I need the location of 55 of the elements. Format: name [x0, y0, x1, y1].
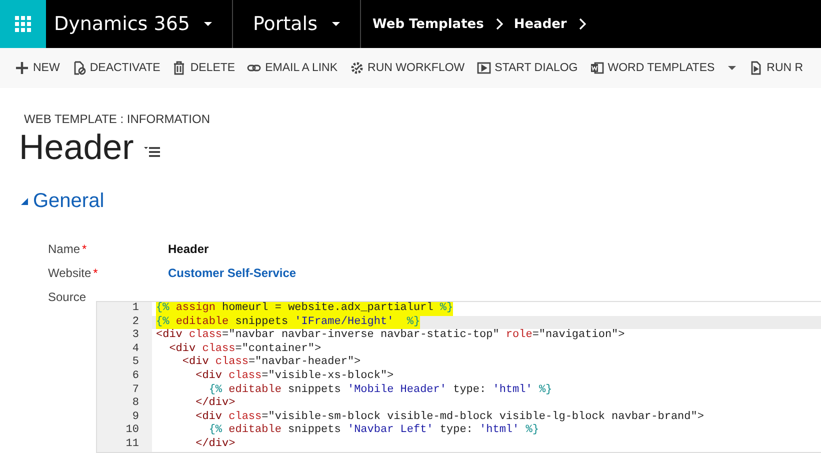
line-number: 6	[97, 370, 152, 384]
play-box-icon	[476, 61, 491, 75]
code-line: <div class="navbar-header">	[181, 356, 361, 370]
required-asterisk: *	[82, 242, 87, 256]
line-number: 1	[97, 302, 152, 316]
word-document-icon	[590, 61, 604, 75]
line-number: 4	[97, 342, 152, 356]
toolbar-command[interactable]: WORD TEMPLATES	[590, 61, 737, 75]
line-number: 10	[97, 424, 152, 438]
record-title: Header	[19, 128, 134, 168]
expand-triangle-icon[interactable]	[20, 197, 29, 206]
menu-icon[interactable]	[144, 146, 160, 158]
toolbar-command[interactable]: DELETE	[172, 61, 236, 75]
line-number: 2	[97, 316, 152, 330]
entity-label: WEB TEMPLATE : INFORMATION	[23, 112, 212, 126]
chevron-right-icon	[494, 18, 504, 30]
gear-icon	[350, 61, 364, 75]
code-line: </div>	[194, 438, 236, 452]
code-line: <div class="visible-sm-block visible-md-block visible-lg-block navbar-brand">	[194, 410, 704, 424]
line-number: 7	[97, 384, 152, 398]
field-label: Website	[48, 266, 92, 280]
code-line: <div class="container">	[168, 342, 322, 356]
code-line: </div>	[194, 397, 236, 411]
code-editor[interactable]	[96, 301, 821, 453]
field-value: Header	[168, 241, 210, 258]
toolbar-command[interactable]: DEACTIVATE	[72, 61, 160, 75]
chevron-right-icon	[576, 18, 587, 30]
caret-icon	[202, 20, 214, 28]
required-asterisk: *	[93, 266, 98, 280]
breadcrumb-link[interactable]: Web Templates	[372, 16, 484, 32]
field-label: Name	[48, 242, 80, 256]
waffle-icon	[15, 16, 31, 32]
caret-icon	[330, 20, 342, 28]
code-line: {% editable snippets 'Navbar Left' type: 'html' %}	[208, 424, 539, 438]
toolbar-command[interactable]: RUN R	[748, 61, 804, 75]
field-label: Source	[48, 289, 88, 304]
document-play-icon	[748, 61, 763, 75]
document-block-icon	[72, 61, 86, 75]
code-line: <div class="navbar navbar-inverse navbar-static-top" role="navigation">	[156, 329, 625, 343]
line-number: 5	[97, 356, 152, 370]
lookup-link[interactable]: Customer Self-Service	[168, 263, 821, 287]
trash-icon	[172, 61, 186, 75]
code-line: <div class="visible-xs-block">	[194, 370, 394, 384]
toolbar-command[interactable]: RUN WORKFLOW	[350, 61, 465, 75]
code-line: {% editable snippets 'Mobile Header' type: 'html' %}	[208, 384, 552, 397]
line-number: 11	[97, 438, 152, 452]
line-number: 8	[97, 397, 152, 411]
toolbar-command[interactable]: START DIALOG	[476, 61, 578, 75]
line-number: 9	[97, 410, 152, 424]
toolbar-command[interactable]: EMAIL A LINK	[247, 61, 338, 75]
line-number: 3	[97, 329, 152, 343]
breadcrumb-link[interactable]: Header	[514, 16, 567, 32]
toolbar-command[interactable]: NEW	[15, 61, 60, 75]
section-title: General	[33, 190, 104, 213]
plus-icon	[15, 61, 29, 75]
